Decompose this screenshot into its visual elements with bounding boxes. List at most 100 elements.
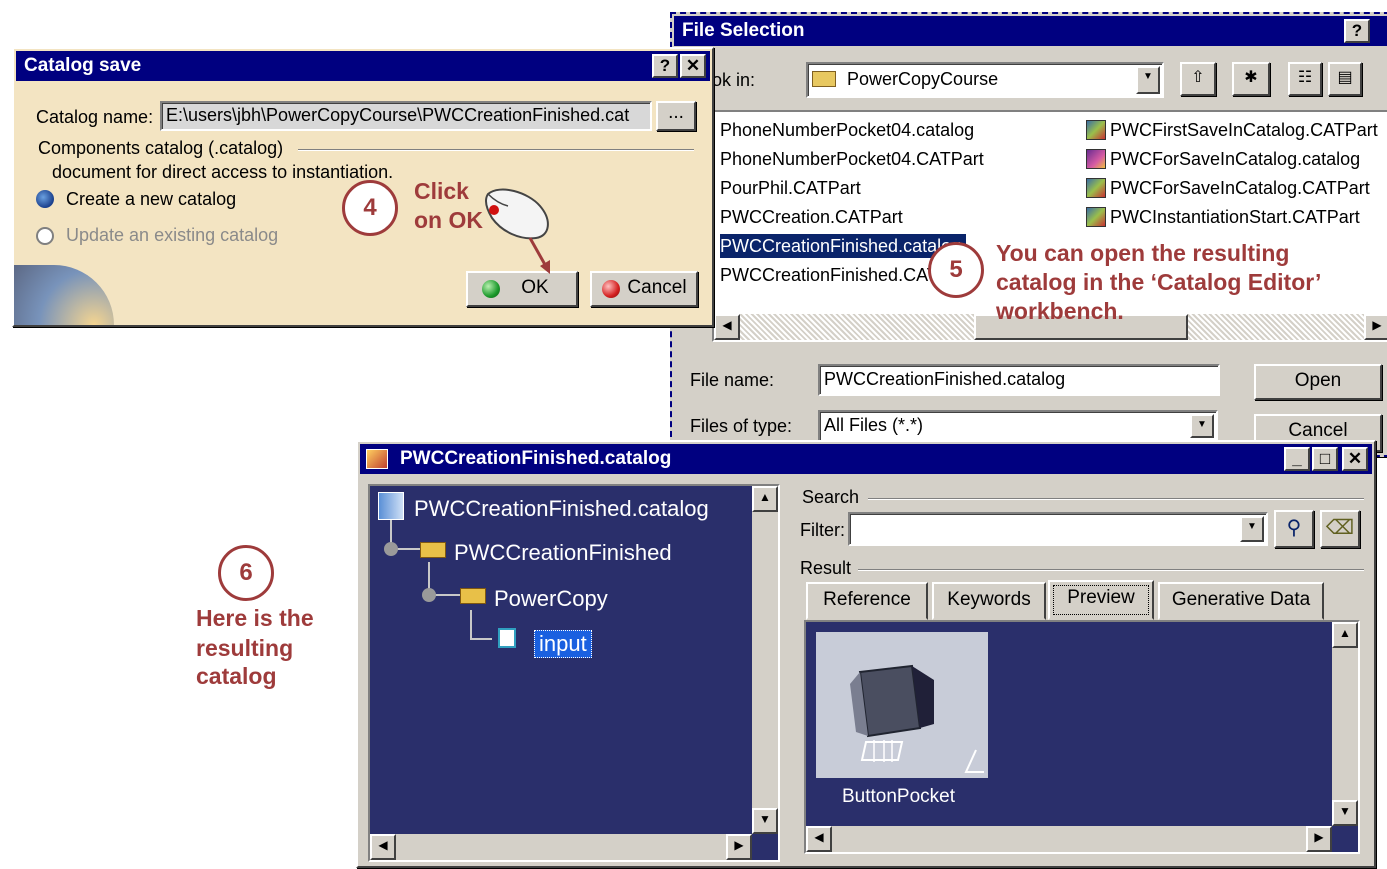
create-new-label[interactable]: Create a new catalog <box>66 189 236 210</box>
file-item[interactable]: PWCForSaveInCatalog.catalog <box>1086 147 1360 171</box>
files-of-type-combo[interactable]: All Files (*.*) ▼ <box>818 410 1218 442</box>
step-4-text-line2: on OK <box>414 207 483 233</box>
minimize-icon[interactable]: _ <box>1284 447 1310 471</box>
help-button[interactable]: ? <box>652 54 678 78</box>
tree-toggle[interactable] <box>422 588 436 602</box>
folder-open-icon <box>460 588 486 604</box>
tree-chapter-label[interactable]: PWCCreationFinished <box>454 540 672 566</box>
file-item[interactable]: PWCCreation.CATPart <box>720 205 903 229</box>
files-of-type-label: Files of type: <box>690 416 793 436</box>
folder-open-icon <box>420 542 446 558</box>
result-label: Result <box>800 558 852 578</box>
scroll-left-icon[interactable]: ◀ <box>714 314 740 340</box>
tab-preview[interactable]: Preview <box>1048 580 1154 620</box>
file-item[interactable]: PWCForSaveInCatalog.CATPart <box>1086 176 1370 200</box>
preview-caption: ButtonPocket <box>842 786 956 807</box>
update-existing-label[interactable]: Update an existing catalog <box>66 225 278 246</box>
catalog-editor-titlebar: PWCCreationFinished.catalog _ □ ✕ <box>360 444 1372 474</box>
catalog-name-label: Catalog name: <box>36 107 154 127</box>
search-label: Search <box>802 487 860 507</box>
catalog-editor-title: PWCCreationFinished.catalog <box>400 448 672 469</box>
step-6-badge: 6 <box>218 545 274 601</box>
up-folder-button[interactable]: ⇧ <box>1180 62 1216 96</box>
new-folder-button[interactable]: ✱ <box>1232 62 1270 96</box>
file-item[interactable]: PWCFirstSaveInCatalog.CATPart <box>1086 118 1378 142</box>
scroll-right-icon[interactable]: ▶ <box>1306 826 1332 852</box>
file-item[interactable]: PWCInstantiationStart.CATPart <box>1086 205 1360 229</box>
tree-vscroll[interactable]: ▲ ▼ <box>752 486 778 834</box>
component-icon <box>498 628 516 648</box>
look-in-label: ok in: <box>712 70 756 90</box>
ok-button[interactable]: OK <box>466 271 578 307</box>
look-in-combo[interactable]: PowerCopyCourse ▼ <box>806 62 1164 98</box>
ok-label: OK <box>521 277 549 298</box>
preview-vscroll[interactable]: ▲ ▼ <box>1332 622 1358 826</box>
components-label: Components catalog (.catalog) <box>38 138 284 158</box>
filter-label: Filter: <box>800 520 845 540</box>
file-item-label: PWCForSaveInCatalog.CATPart <box>1110 178 1370 198</box>
file-item-label: PWCForSaveInCatalog.catalog <box>1110 149 1361 169</box>
list-view-button[interactable]: ☷ <box>1288 62 1322 96</box>
chevron-down-icon[interactable]: ▼ <box>1190 414 1214 438</box>
update-existing-radio[interactable] <box>36 227 54 245</box>
folder-icon <box>812 71 836 87</box>
file-item-label: PWCFirstSaveInCatalog.CATPart <box>1110 120 1378 140</box>
tree-connector <box>470 610 472 640</box>
scroll-up-icon[interactable]: ▲ <box>1332 622 1358 648</box>
group-divider <box>298 149 694 151</box>
file-item[interactable]: PourPhil.CATPart <box>720 176 861 200</box>
eraser-icon[interactable]: ⌫ <box>1320 510 1360 548</box>
preview-thumbnail[interactable] <box>816 632 988 778</box>
catpart-icon <box>1086 207 1106 227</box>
step-5-text-line2: catalog in the ‘Catalog Editor’ <box>996 269 1322 295</box>
catalog-name-input[interactable]: E:\users\jbh\PowerCopyCourse\PWCCreation… <box>160 101 652 131</box>
create-new-radio[interactable] <box>36 190 54 208</box>
file-selection-dialog: File Selection ? ok in: PowerCopyCourse … <box>670 12 1387 457</box>
binoculars-icon[interactable]: ⚲ <box>1274 510 1314 548</box>
catpart-icon <box>1086 120 1106 140</box>
catalog-editor-window: PWCCreationFinished.catalog _ □ ✕ PWCCre… <box>356 440 1376 868</box>
scroll-down-icon[interactable]: ▼ <box>752 808 778 834</box>
scroll-left-icon[interactable]: ◀ <box>806 826 832 852</box>
scroll-up-icon[interactable]: ▲ <box>752 486 778 512</box>
file-item-selected[interactable]: PWCCreationFinished.catalog <box>720 234 966 258</box>
chevron-down-icon[interactable]: ▼ <box>1240 516 1264 542</box>
browse-button[interactable]: ... <box>656 101 696 131</box>
file-item-label: PWCInstantiationStart.CATPart <box>1110 207 1360 227</box>
tab-generative-data[interactable]: Generative Data <box>1158 582 1324 620</box>
tree-hscroll[interactable]: ◀ ▶ <box>370 834 752 860</box>
ok-icon <box>482 280 500 298</box>
catalog-icon <box>1086 149 1106 169</box>
details-view-button[interactable]: ▤ <box>1328 62 1362 96</box>
chevron-down-icon[interactable]: ▼ <box>1136 66 1160 94</box>
close-icon[interactable]: ✕ <box>1342 447 1368 471</box>
file-name-label: File name: <box>690 370 775 390</box>
preview-hscroll[interactable]: ◀ ▶ <box>806 826 1332 852</box>
tree-toggle[interactable] <box>384 542 398 556</box>
catalog-app-icon <box>366 449 388 469</box>
scroll-right-icon[interactable]: ▶ <box>1364 314 1387 340</box>
file-item[interactable]: PhoneNumberPocket04.CATPart <box>720 147 984 171</box>
scroll-down-icon[interactable]: ▼ <box>1332 800 1358 826</box>
tab-reference[interactable]: Reference <box>806 582 928 620</box>
cancel-button[interactable]: Cancel <box>590 271 698 307</box>
close-icon[interactable]: ✕ <box>680 54 706 78</box>
scroll-right-icon[interactable]: ▶ <box>726 834 752 860</box>
scroll-left-icon[interactable]: ◀ <box>370 834 396 860</box>
buttonpocket-thumbnail-icon <box>850 664 984 773</box>
file-name-input[interactable]: PWCCreationFinished.catalog <box>818 364 1220 396</box>
help-button[interactable]: ? <box>1344 19 1370 43</box>
step-6-text-line1: Here is the <box>196 605 314 631</box>
tree-item-label[interactable]: input <box>534 630 592 658</box>
maximize-icon[interactable]: □ <box>1312 447 1338 471</box>
filter-input[interactable]: ▼ <box>848 512 1268 546</box>
file-selection-titlebar: File Selection ? <box>674 16 1387 46</box>
file-item[interactable]: PhoneNumberPocket04.catalog <box>720 118 974 142</box>
tree-root-label[interactable]: PWCCreationFinished.catalog <box>414 496 709 522</box>
catalog-book-icon <box>378 492 404 520</box>
open-button[interactable]: Open <box>1254 364 1382 400</box>
tab-keywords[interactable]: Keywords <box>932 582 1046 620</box>
tree-family-label[interactable]: PowerCopy <box>494 586 608 612</box>
file-item[interactable]: PWCCreationFinished.CATPart <box>720 263 935 287</box>
catalog-save-title: Catalog save <box>24 55 142 76</box>
